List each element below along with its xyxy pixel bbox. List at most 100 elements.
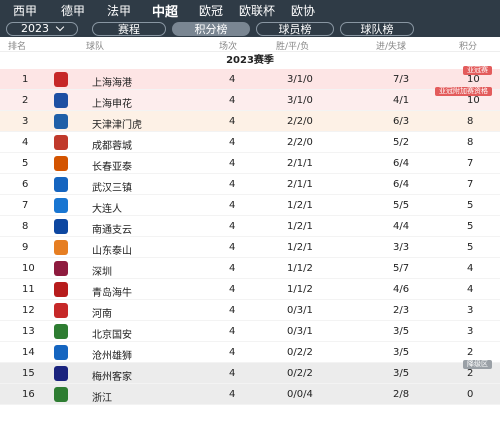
header-wdl: 胜/平/负 bbox=[276, 42, 310, 52]
league-tab-ucl[interactable]: 欧冠 bbox=[188, 2, 234, 19]
table-row[interactable]: 1 上海海港 4 3/1/0 7/3 10 亚冠赛 bbox=[0, 66, 500, 90]
played-cell: 4 bbox=[229, 158, 236, 169]
table-row[interactable]: 10 深圳 4 1/1/2 5/7 4 bbox=[0, 258, 500, 279]
tab-player-rankings[interactable]: 球员榜 bbox=[256, 21, 334, 36]
rank-cell: 15 bbox=[22, 368, 35, 379]
team-logo-icon bbox=[54, 72, 68, 87]
goals-cell: 6/4 bbox=[393, 179, 410, 190]
team-logo-icon bbox=[54, 156, 68, 171]
rank-cell: 11 bbox=[22, 284, 35, 295]
table-row[interactable]: 13 北京国安 4 0/3/1 3/5 3 bbox=[0, 321, 500, 342]
wdl-cell: 1/1/2 bbox=[287, 284, 313, 295]
points-cell: 7 bbox=[467, 158, 474, 169]
table-header: 排名 球队 场次 胜/平/负 进/失球 积分 bbox=[0, 37, 500, 52]
team-logo-icon bbox=[54, 240, 68, 255]
table-row[interactable]: 5 长春亚泰 4 2/1/1 6/4 7 bbox=[0, 153, 500, 174]
points-cell: 2 bbox=[467, 347, 474, 358]
goals-cell: 3/3 bbox=[393, 242, 410, 253]
points-cell: 8 bbox=[467, 137, 474, 148]
relegation-badge: 降级区 bbox=[463, 360, 492, 369]
team-name: 武汉三镇 bbox=[92, 183, 132, 194]
qualification-badge: 亚冠附加赛资格 bbox=[435, 87, 492, 96]
tab-standings[interactable]: 积分榜 bbox=[172, 21, 250, 36]
played-cell: 4 bbox=[229, 326, 236, 337]
played-cell: 4 bbox=[229, 221, 236, 232]
points-cell: 7 bbox=[467, 179, 474, 190]
season-select[interactable]: 2023 bbox=[6, 21, 78, 36]
table-row[interactable]: 8 南通支云 4 1/2/1 4/4 5 bbox=[0, 216, 500, 237]
played-cell: 4 bbox=[229, 116, 236, 127]
league-tab-bundesliga[interactable]: 德甲 bbox=[50, 2, 96, 19]
team-name: 成都蓉城 bbox=[92, 141, 132, 152]
wdl-cell: 2/2/0 bbox=[287, 116, 313, 127]
team-logo-icon bbox=[54, 261, 68, 276]
points-cell: 10 bbox=[467, 95, 480, 106]
team-name: 长春亚泰 bbox=[92, 162, 132, 173]
wdl-cell: 0/0/4 bbox=[287, 389, 313, 400]
tab-team-rankings[interactable]: 球队榜 bbox=[340, 21, 414, 36]
table-row[interactable]: 14 沧州雄狮 4 0/2/2 3/5 2 bbox=[0, 342, 500, 363]
team-name: 北京国安 bbox=[92, 330, 132, 341]
points-cell: 0 bbox=[467, 389, 474, 400]
table-row[interactable]: 2 上海申花 4 3/1/0 4/1 10 亚冠附加赛资格 bbox=[0, 87, 500, 111]
team-logo-icon bbox=[54, 93, 68, 108]
chevron-down-icon bbox=[55, 22, 65, 31]
tab-schedule[interactable]: 赛程 bbox=[92, 21, 166, 36]
header-goals: 进/失球 bbox=[376, 42, 407, 52]
points-cell: 10 bbox=[467, 74, 480, 85]
header-team: 球队 bbox=[86, 42, 105, 52]
table-row[interactable]: 3 天津津门虎 4 2/2/0 6/3 8 bbox=[0, 111, 500, 132]
team-logo-icon bbox=[54, 303, 68, 318]
goals-cell: 2/3 bbox=[393, 305, 410, 316]
points-cell: 3 bbox=[467, 326, 474, 337]
sub-tab-bar: 2023 赛程 积分榜 球员榜 球队榜 bbox=[0, 20, 500, 37]
team-logo-icon bbox=[54, 198, 68, 213]
points-cell: 5 bbox=[467, 221, 474, 232]
league-tab-uecl[interactable]: 欧协 bbox=[280, 2, 326, 19]
table-row[interactable]: 9 山东泰山 4 1/2/1 3/3 5 bbox=[0, 237, 500, 258]
table-row[interactable]: 15 梅州客家 4 0/2/2 3/5 2 降级区 bbox=[0, 360, 500, 384]
standings-screen: 西甲 德甲 法甲 中超 欧冠 欧联杯 欧协 2023 赛程 积分榜 球员榜 球队… bbox=[0, 0, 500, 440]
played-cell: 4 bbox=[229, 368, 236, 379]
table-row[interactable]: 6 武汉三镇 4 2/1/1 6/4 7 bbox=[0, 174, 500, 195]
header-points: 积分 bbox=[459, 42, 478, 52]
goals-cell: 4/4 bbox=[393, 221, 410, 232]
wdl-cell: 1/1/2 bbox=[287, 263, 313, 274]
played-cell: 4 bbox=[229, 284, 236, 295]
points-cell: 5 bbox=[467, 200, 474, 211]
rank-cell: 1 bbox=[22, 74, 29, 85]
points-cell: 3 bbox=[467, 305, 474, 316]
team-name: 上海申花 bbox=[92, 99, 132, 110]
wdl-cell: 3/1/0 bbox=[287, 95, 313, 106]
points-cell: 4 bbox=[467, 263, 474, 274]
team-name: 沧州雄狮 bbox=[92, 351, 132, 362]
team-logo-icon bbox=[54, 366, 68, 381]
league-tab-ligue1[interactable]: 法甲 bbox=[96, 2, 142, 19]
qualification-badge: 亚冠赛 bbox=[463, 66, 492, 75]
played-cell: 4 bbox=[229, 263, 236, 274]
goals-cell: 4/1 bbox=[393, 95, 410, 106]
wdl-cell: 0/3/1 bbox=[287, 305, 313, 316]
table-row[interactable]: 16 浙江 4 0/0/4 2/8 0 bbox=[0, 384, 500, 405]
rank-cell: 12 bbox=[22, 305, 35, 316]
rank-cell: 3 bbox=[22, 116, 29, 127]
wdl-cell: 1/2/1 bbox=[287, 200, 313, 211]
goals-cell: 5/7 bbox=[393, 263, 410, 274]
goals-cell: 2/8 bbox=[393, 389, 410, 400]
table-row[interactable]: 11 青岛海牛 4 1/1/2 4/6 4 bbox=[0, 279, 500, 300]
wdl-cell: 0/2/2 bbox=[287, 368, 313, 379]
team-name: 浙江 bbox=[92, 393, 112, 404]
league-tab-uel[interactable]: 欧联杯 bbox=[234, 2, 280, 19]
table-row[interactable]: 12 河南 4 0/3/1 2/3 3 bbox=[0, 300, 500, 321]
table-row[interactable]: 4 成都蓉城 4 2/2/0 5/2 8 bbox=[0, 132, 500, 153]
played-cell: 4 bbox=[229, 95, 236, 106]
goals-cell: 6/3 bbox=[393, 116, 410, 127]
team-logo-icon bbox=[54, 345, 68, 360]
table-row[interactable]: 7 大连人 4 1/2/1 5/5 5 bbox=[0, 195, 500, 216]
wdl-cell: 1/2/1 bbox=[287, 242, 313, 253]
league-tab-csl[interactable]: 中超 bbox=[142, 1, 188, 20]
team-logo-icon bbox=[54, 219, 68, 234]
rank-cell: 13 bbox=[22, 326, 35, 337]
league-tab-laliga[interactable]: 西甲 bbox=[0, 2, 50, 19]
team-name: 河南 bbox=[92, 309, 112, 320]
